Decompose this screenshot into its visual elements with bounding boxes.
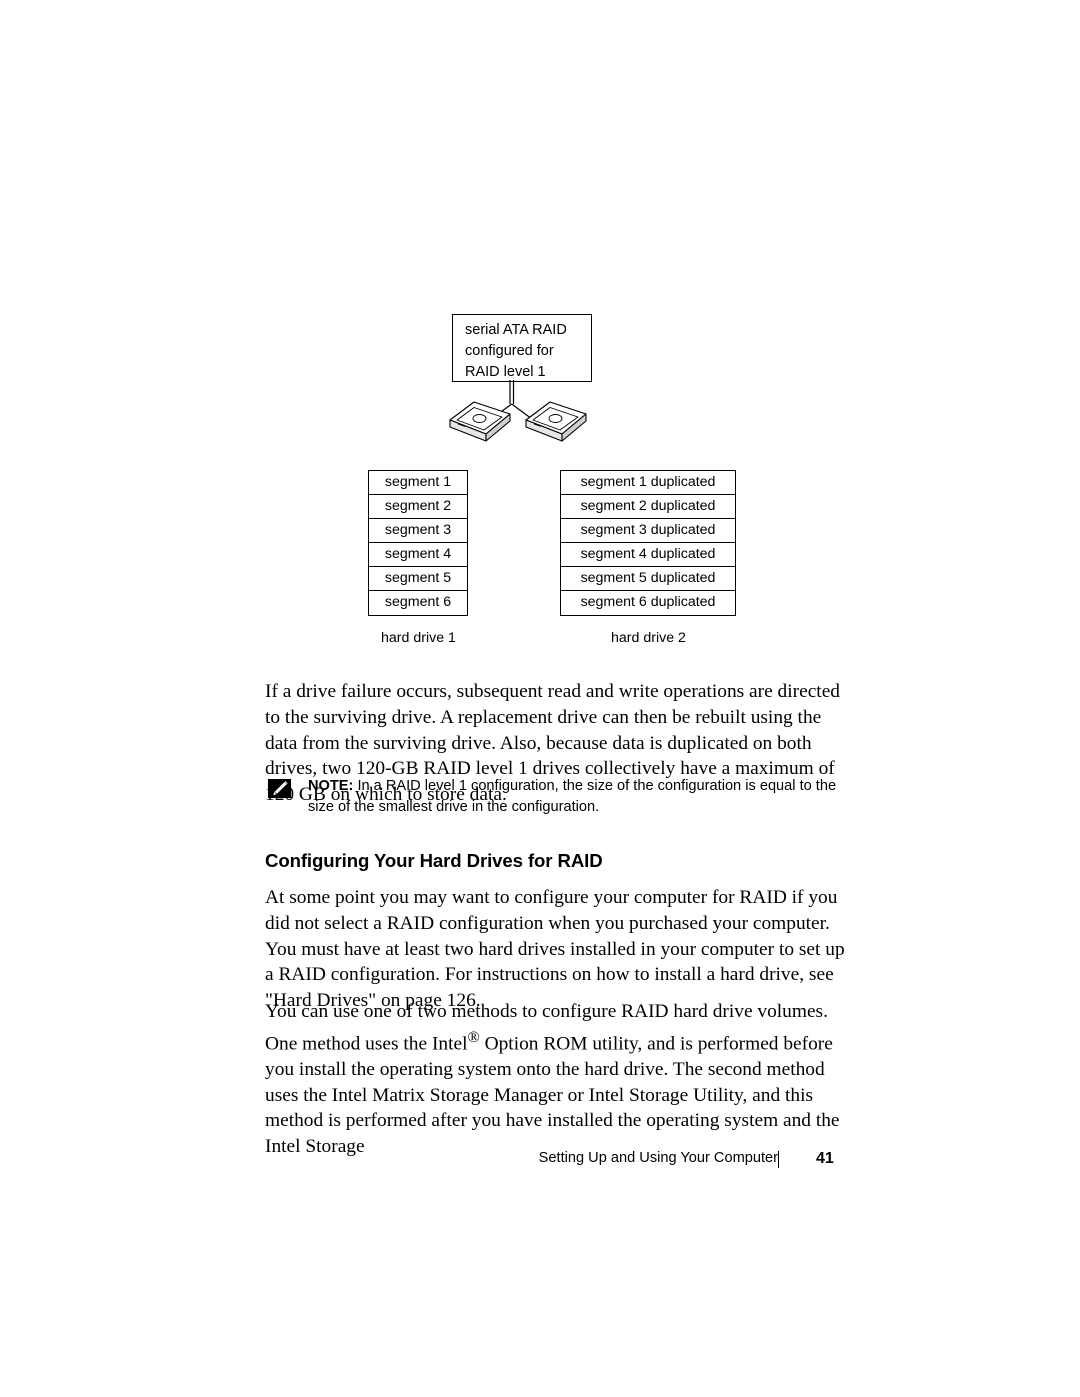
- body-paragraph-3: At some point you may want to configure …: [265, 887, 845, 1011]
- raid-callout-line-2: configured for: [465, 343, 554, 359]
- segment-row: segment 2 duplicated: [561, 495, 735, 519]
- footer-divider: [778, 1151, 780, 1168]
- segment-row: segment 4 duplicated: [561, 543, 735, 567]
- segment-row: segment 1: [369, 471, 467, 495]
- hard-drive-1-caption: hard drive 1: [381, 630, 456, 646]
- segment-row: segment 6: [384, 594, 452, 610]
- registered-trademark-icon: ®: [467, 1028, 480, 1046]
- page-footer: Setting Up and Using Your Computer 41: [0, 1150, 1080, 1180]
- segment-row: segment 1 duplicated: [561, 471, 735, 495]
- segment-row: segment 5: [369, 567, 467, 591]
- segment-row: segment 6 duplicated: [580, 594, 716, 610]
- hard-drive-2-segment-table: segment 1 duplicated segment 2 duplicate…: [560, 470, 736, 616]
- segment-row: segment 4: [369, 543, 467, 567]
- note-callout: NOTE: In a RAID level 1 configuration, t…: [265, 776, 847, 818]
- footer-page-number: 41: [816, 1150, 834, 1167]
- note-body: In a RAID level 1 configuration, the siz…: [308, 778, 837, 815]
- raid-callout-line-1: serial ATA RAID: [465, 322, 567, 338]
- raid-level-1-figure: serial ATA RAID configured for RAID leve…: [0, 0, 1080, 660]
- hard-drive-illustration: [449, 401, 587, 442]
- segment-row: segment 2: [369, 495, 467, 519]
- note-pencil-icon: [268, 779, 291, 798]
- hard-drive-2-caption: hard drive 2: [611, 630, 686, 646]
- footer-chapter-title: Setting Up and Using Your Computer: [538, 1150, 778, 1166]
- note-text: NOTE: In a RAID level 1 configuration, t…: [308, 776, 847, 818]
- segment-row: segment 3 duplicated: [561, 519, 735, 543]
- hard-drive-1-segment-table: segment 1 segment 2 segment 3 segment 4 …: [368, 470, 468, 616]
- segment-row: segment 5 duplicated: [561, 567, 735, 591]
- body-paragraph-4: You can use one of two methods to config…: [265, 999, 847, 1159]
- section-heading: Configuring Your Hard Drives for RAID: [265, 850, 603, 872]
- segment-row: segment 3: [369, 519, 467, 543]
- raid-configuration-callout-box: serial ATA RAID configured for RAID leve…: [452, 314, 592, 382]
- note-label: NOTE:: [308, 778, 354, 794]
